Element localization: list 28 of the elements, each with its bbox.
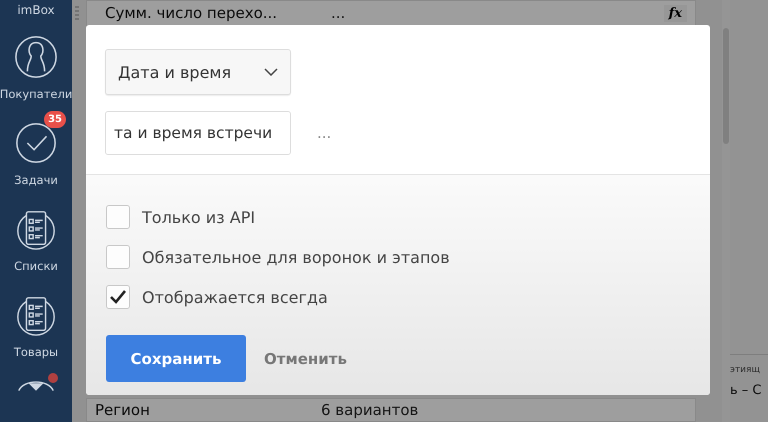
check-circle-icon[interactable]: [14, 121, 58, 165]
name-input[interactable]: та и время встречи: [105, 111, 291, 155]
people-icon[interactable]: [14, 35, 58, 79]
checkbox-label: Обязательное для воронок и этапов: [142, 248, 450, 266]
checkbox[interactable]: [106, 285, 130, 309]
field-name: Регион: [95, 401, 151, 419]
checkbox[interactable]: [106, 205, 130, 229]
cancel-button[interactable]: Отменить: [264, 350, 347, 368]
field-value: 6 вариантов: [321, 401, 420, 419]
nav-label[interactable]: Задачи: [14, 173, 58, 187]
nav-label[interactable]: Списки: [14, 259, 58, 273]
field-name: Сумм. число перехо...: [105, 4, 278, 22]
formula-button[interactable]: fx: [664, 4, 687, 22]
count-badge: 35: [44, 111, 66, 128]
checkbox-label: Только из API: [142, 208, 256, 226]
type-select[interactable]: Дата и время: [105, 49, 291, 95]
nav-label[interactable]: Товары: [14, 345, 58, 359]
notification-dot: [48, 373, 58, 383]
checkbox-label: Отображается всегда: [142, 288, 328, 306]
checkbox[interactable]: [106, 245, 130, 269]
save-button[interactable]: Сохранить: [106, 335, 246, 382]
field-value: ...: [331, 4, 346, 22]
nav-label[interactable]: Покупатели: [0, 87, 72, 101]
nav-link[interactable]: imBox: [17, 3, 55, 17]
more-button[interactable]: ...: [317, 124, 332, 142]
chevron-down-icon: [264, 68, 278, 76]
panel-text: ь – С: [730, 383, 763, 398]
panel-text: этиящ: [730, 365, 761, 375]
